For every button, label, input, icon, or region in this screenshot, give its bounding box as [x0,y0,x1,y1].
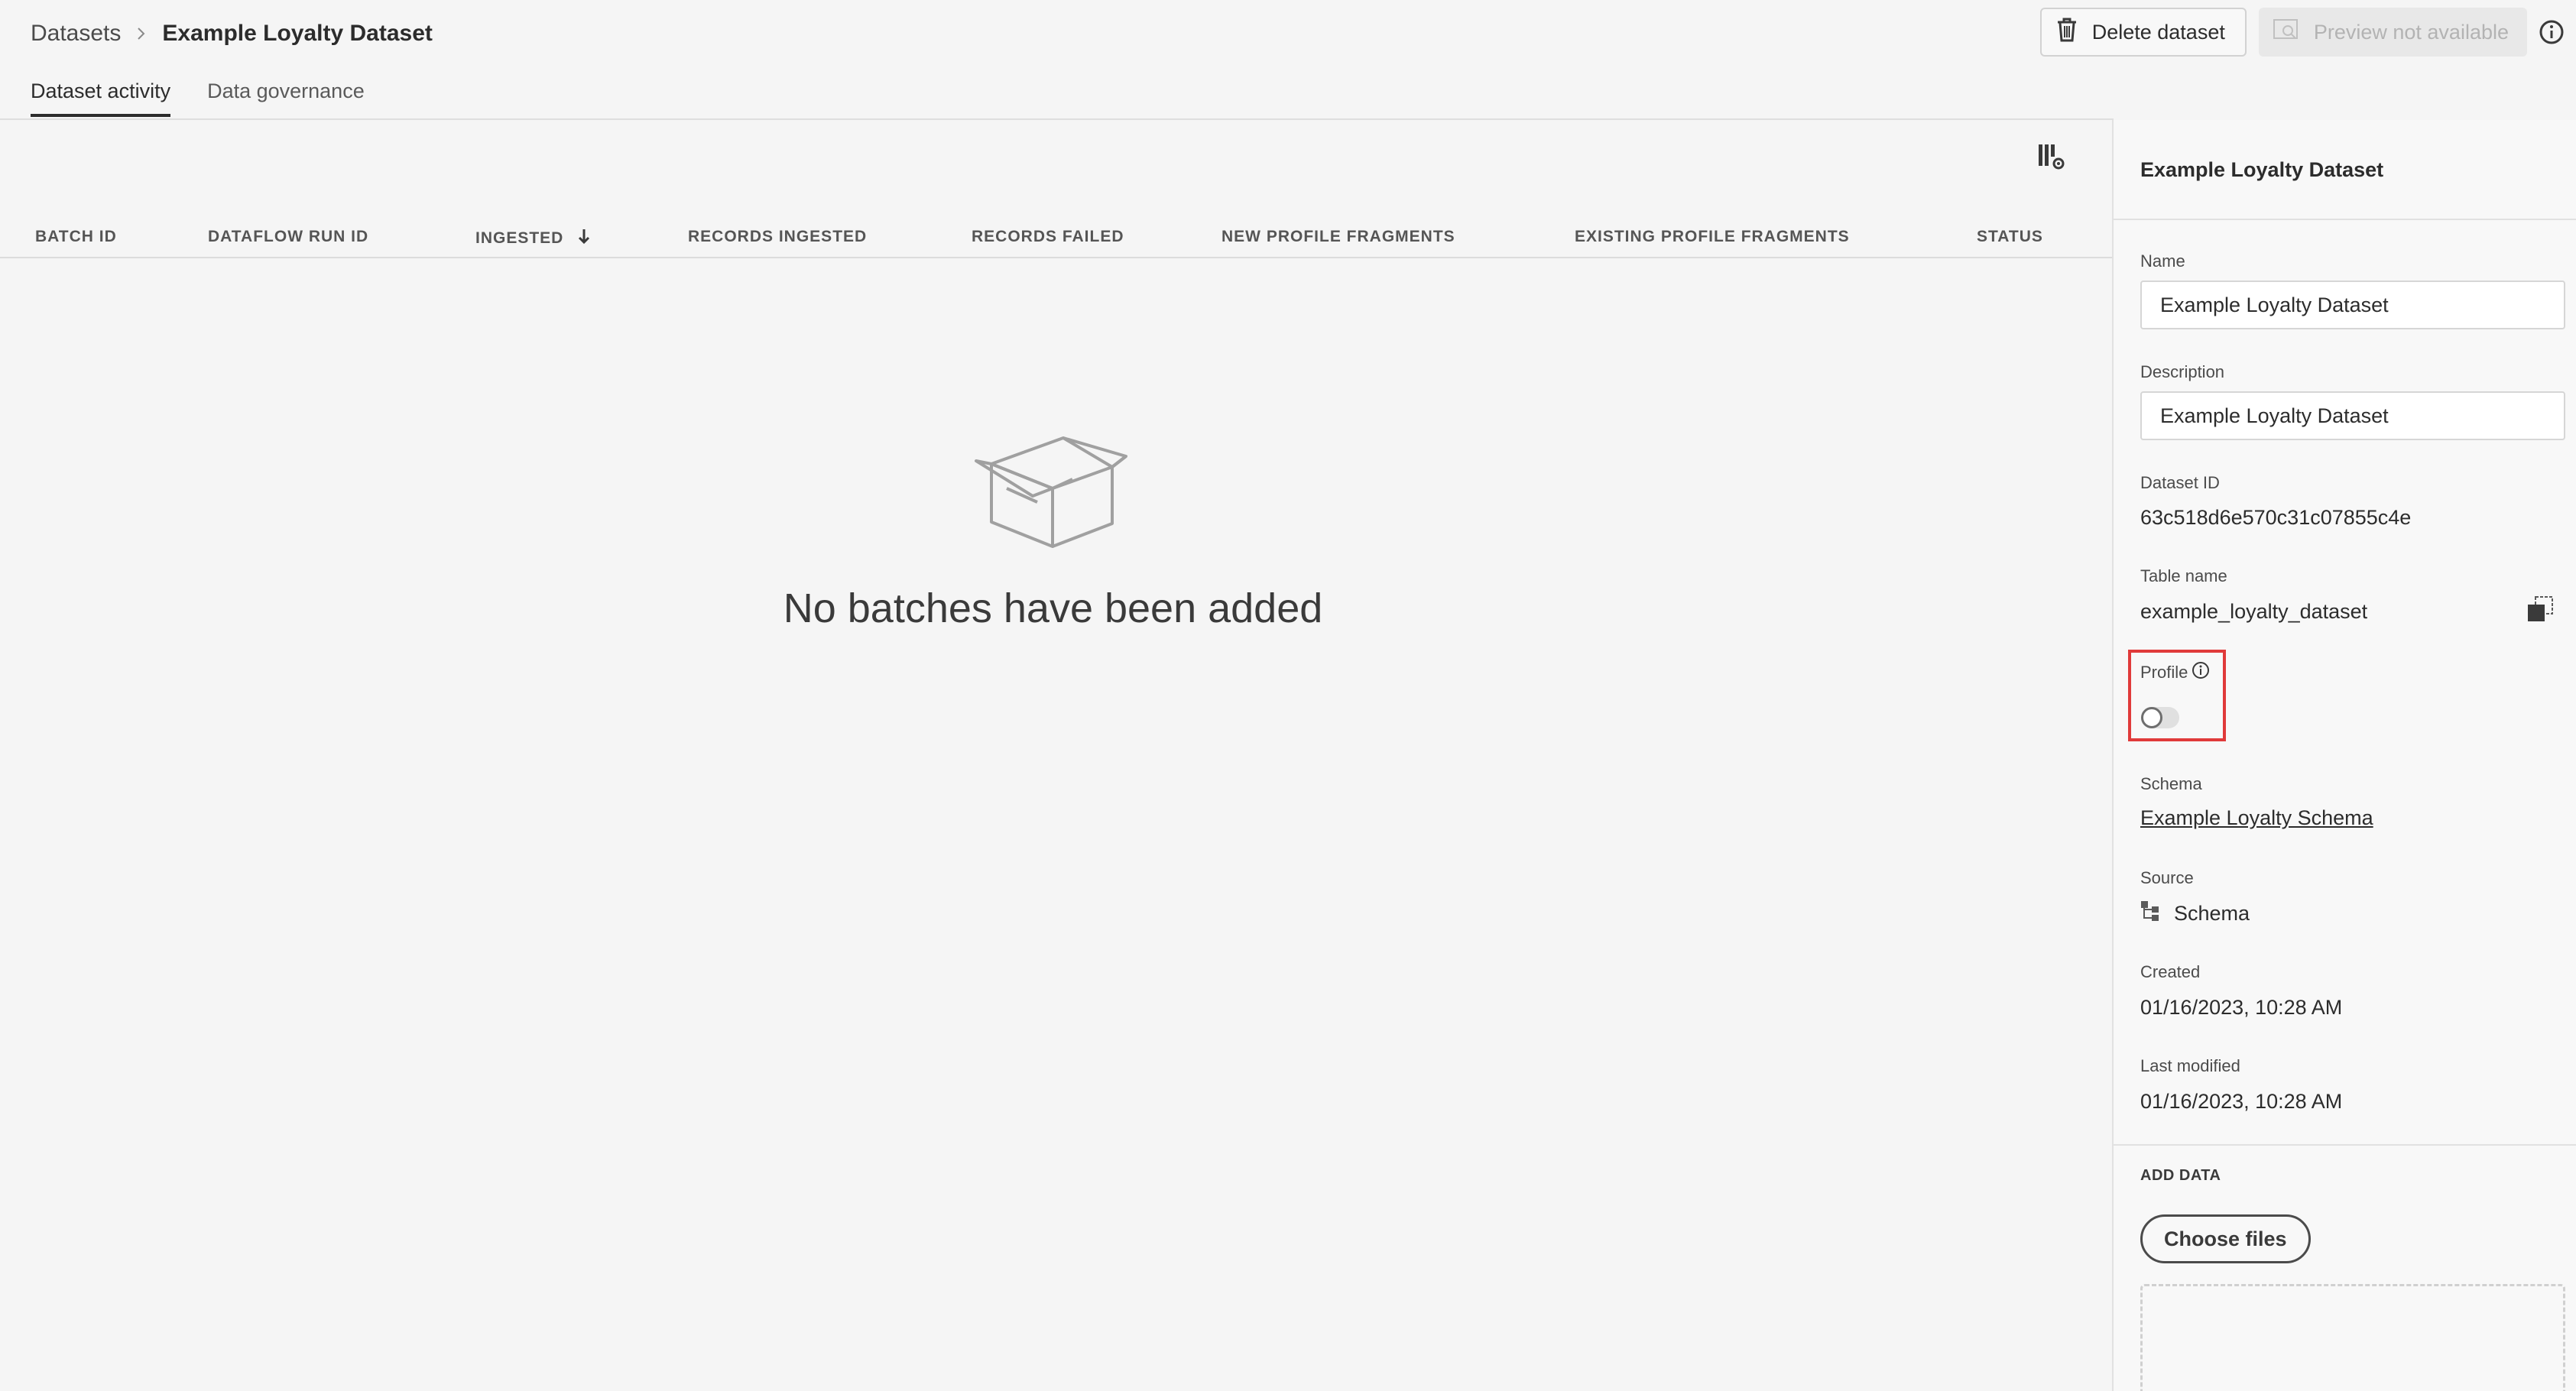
profile-label: Profile [2140,663,2188,682]
created-value: 01/16/2023, 10:28 AM [2140,996,2343,1019]
source-row: Schema [2140,900,2250,927]
column-header-existing-profile-fragments[interactable]: EXISTING PROFILE FRAGMENTS [1575,228,1850,246]
table-header: BATCH ID DATAFLOW RUN ID INGESTED RECORD… [0,217,2114,258]
breadcrumb: Datasets Example Loyalty Dataset [31,17,433,50]
column-label: BATCH ID [35,228,117,245]
panel-divider [2114,1144,2576,1146]
column-label: DATAFLOW RUN ID [208,228,369,245]
profile-label-row: Profile [2140,660,2211,685]
table-name-value: example_loyalty_dataset [2140,600,2368,623]
header-actions: Delete dataset Preview not available [2039,8,2576,57]
table-name-label: Table name [2140,566,2227,585]
schema-source-icon [2140,900,2160,927]
last-modified-label: Last modified [2140,1056,2240,1075]
column-label: RECORDS FAILED [972,228,1124,245]
column-header-new-profile-fragments[interactable]: NEW PROFILE FRAGMENTS [1221,228,1455,246]
info-icon[interactable] [2191,660,2211,685]
chevron-right-icon [136,26,147,41]
column-header-status[interactable]: STATUS [1977,228,2043,246]
dataset-detail-page: Datasets Example Loyalty Dataset Delete … [0,0,2576,1391]
column-header-records-failed[interactable]: RECORDS FAILED [972,228,1124,246]
dataset-id-label: Dataset ID [2140,473,2220,492]
panel-title: Example Loyalty Dataset [2140,158,2384,181]
sort-descending-icon [577,228,591,249]
empty-state-message: No batches have been added [783,585,1323,631]
last-modified-value: 01/16/2023, 10:28 AM [2140,1090,2343,1113]
choose-files-button[interactable]: Choose files [2140,1214,2311,1263]
preview-icon [2273,18,2300,47]
file-dropzone[interactable] [2140,1284,2565,1391]
source-value: Schema [2174,902,2250,925]
add-data-heading: ADD DATA [2140,1167,2221,1184]
column-settings-icon[interactable] [2036,141,2067,172]
name-field[interactable] [2140,280,2565,329]
column-header-ingested[interactable]: INGESTED [475,228,591,249]
delete-dataset-label: Delete dataset [2091,20,2225,44]
column-header-batch-id[interactable]: BATCH ID [35,228,117,246]
trash-icon [2055,17,2078,48]
empty-box-icon [974,436,1127,548]
breadcrumb-datasets-link[interactable]: Datasets [31,21,121,47]
delete-dataset-button[interactable]: Delete dataset [2039,8,2247,57]
tabs: Dataset activity Data governance [31,79,365,117]
tab-dataset-activity[interactable]: Dataset activity [31,79,171,117]
dataset-properties-panel: Example Loyalty Dataset Name Description… [2112,120,2576,1391]
name-label: Name [2140,251,2185,271]
schema-link[interactable]: Example Loyalty Schema [2140,806,2373,830]
preview-dataset-button[interactable]: Preview not available [2258,8,2527,57]
dataset-id-value: 63c518d6e570c31c07855c4e [2140,506,2412,529]
toggle-knob [2141,707,2162,728]
description-label: Description [2140,362,2225,381]
description-field[interactable] [2140,391,2565,440]
info-icon[interactable] [2527,8,2576,57]
column-label: INGESTED [475,229,564,247]
column-header-dataflow-run-id[interactable]: DATAFLOW RUN ID [208,228,368,246]
preview-dataset-label: Preview not available [2313,20,2509,44]
profile-toggle[interactable] [2141,707,2179,728]
empty-state: No batches have been added [0,433,2106,632]
panel-divider [2114,219,2576,220]
tab-data-governance[interactable]: Data governance [207,79,365,117]
copy-icon[interactable] [2526,595,2554,623]
column-label: STATUS [1977,228,2043,245]
column-header-records-ingested[interactable]: RECORDS INGESTED [688,228,867,246]
batch-table-area: BATCH ID DATAFLOW RUN ID INGESTED RECORD… [0,120,2114,1391]
column-label: NEW PROFILE FRAGMENTS [1221,228,1455,245]
source-label: Source [2140,868,2194,887]
schema-label: Schema [2140,774,2202,793]
column-label: RECORDS INGESTED [688,228,868,245]
column-label: EXISTING PROFILE FRAGMENTS [1575,228,1850,245]
page-title: Example Loyalty Dataset [162,21,433,46]
created-label: Created [2140,962,2201,981]
